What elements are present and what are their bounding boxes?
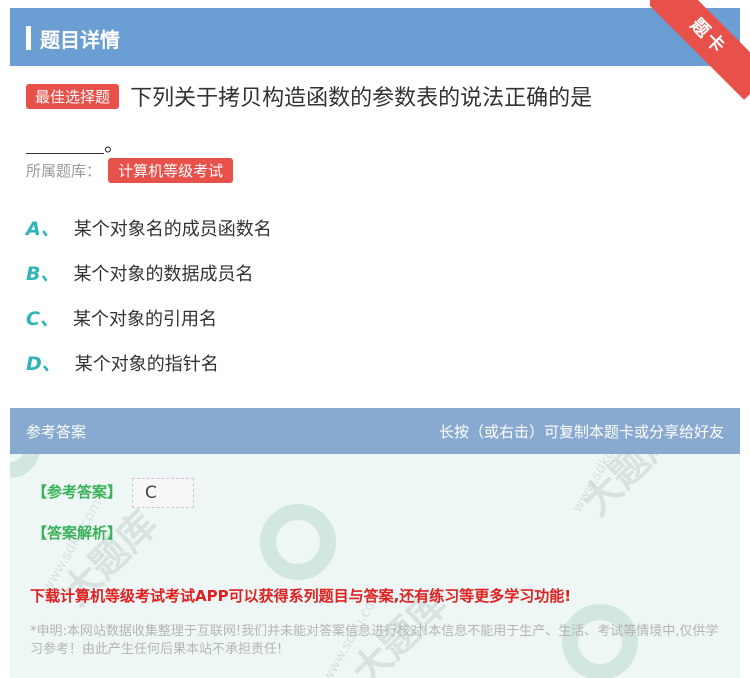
question-bank-row: 所属题库： 计算机等级考试 xyxy=(26,158,234,183)
watermark-logo-icon xyxy=(260,504,336,580)
option-c[interactable]: C、 某个对象的引用名 xyxy=(26,304,217,331)
question-bank-tag[interactable]: 计算机等级考试 xyxy=(108,158,234,183)
question-text: 下列关于拷贝构造函数的参数表的说法正确的是 xyxy=(130,86,593,111)
option-text: 某个对象的数据成员名 xyxy=(73,264,254,285)
share-hint: 长按（或右击）可复制本题卡或分享给好友 xyxy=(438,423,724,441)
option-b[interactable]: B、 某个对象的数据成员名 xyxy=(26,259,253,286)
option-letter: B、 xyxy=(26,263,60,285)
blank-suffix: 。 xyxy=(104,132,124,156)
question-header: 题目详情 xyxy=(10,8,740,66)
answer-header: 参考答案 长按（或右击）可复制本题卡或分享给好友 xyxy=(10,408,740,454)
question-stem: 最佳选择题 下列关于拷贝构造函数的参数表的说法正确的是 xyxy=(26,80,726,112)
option-text: 某个对象名的成员函数名 xyxy=(73,219,272,240)
question-blank: 。 xyxy=(26,128,124,157)
option-text: 某个对象的引用名 xyxy=(72,309,217,330)
question-bank-label: 所属题库： xyxy=(26,162,102,180)
option-d[interactable]: D、 某个对象的指针名 xyxy=(26,349,219,376)
option-letter: C、 xyxy=(26,308,59,330)
option-text: 某个对象的指针名 xyxy=(74,354,219,375)
option-a[interactable]: A、 某个对象名的成员函数名 xyxy=(26,214,272,241)
option-letter: D、 xyxy=(26,353,61,375)
page-title: 题目详情 xyxy=(40,28,120,52)
option-letter: A、 xyxy=(26,218,60,240)
blank-line xyxy=(26,138,104,154)
answer-section-title: 参考答案 xyxy=(26,423,87,441)
question-type-badge: 最佳选择题 xyxy=(26,83,120,109)
reference-answer-label: 【参考答案】 xyxy=(32,483,123,501)
header-accent-bar xyxy=(26,26,31,50)
reference-answer-image: C xyxy=(132,478,194,508)
disclaimer-text: *申明:本网站数据收集整理于互联网!我们并未能对答案信息进行核对!本信息不能用于… xyxy=(30,624,719,657)
answer-analysis-label: 【答案解析】 xyxy=(32,524,123,542)
app-download-promo[interactable]: 下载计算机等级考试考试APP可以获得系列题目与答案,还有练习等更多学习功能! xyxy=(30,585,571,606)
